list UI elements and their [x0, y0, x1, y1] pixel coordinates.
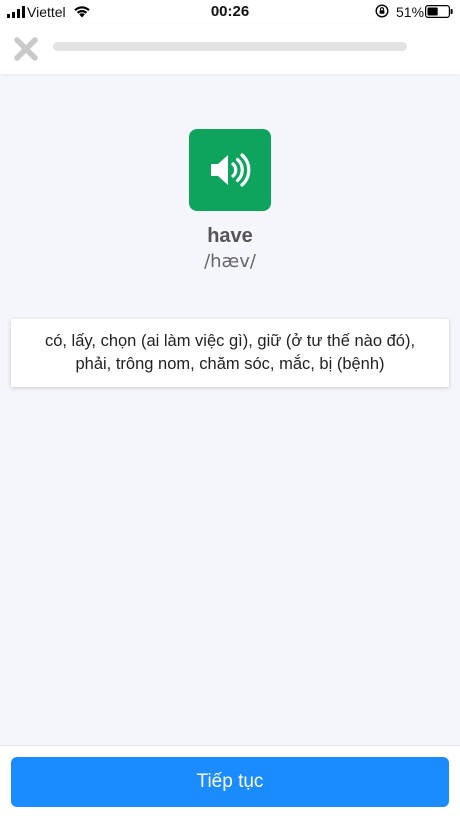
play-audio-button[interactable]: [189, 129, 271, 211]
close-button[interactable]: [11, 34, 41, 64]
battery-icon: [425, 5, 453, 18]
wifi-icon: [74, 6, 90, 18]
phonetic-transcription: /hæv/: [204, 251, 256, 272]
speaker-icon: [211, 153, 251, 187]
top-bar: [0, 24, 460, 74]
battery-percent: 51%: [396, 4, 425, 20]
lesson-progress-bar: [53, 42, 407, 51]
close-icon: [14, 37, 38, 61]
signal-icon: [7, 6, 25, 18]
meaning-text: có, lấy, chọn (ai làm việc gì), giữ (ở t…: [44, 332, 416, 373]
rotation-lock-icon: [375, 4, 389, 18]
carrier-name: Viettel: [27, 4, 66, 20]
status-bar: Viettel 00:26 51%: [0, 0, 460, 24]
meaning-card: có, lấy, chọn (ai làm việc gì), giữ (ở t…: [11, 319, 449, 387]
clock: 00:26: [210, 3, 250, 20]
continue-button[interactable]: Tiếp tục: [11, 757, 449, 807]
vocabulary-word: have: [207, 225, 253, 247]
